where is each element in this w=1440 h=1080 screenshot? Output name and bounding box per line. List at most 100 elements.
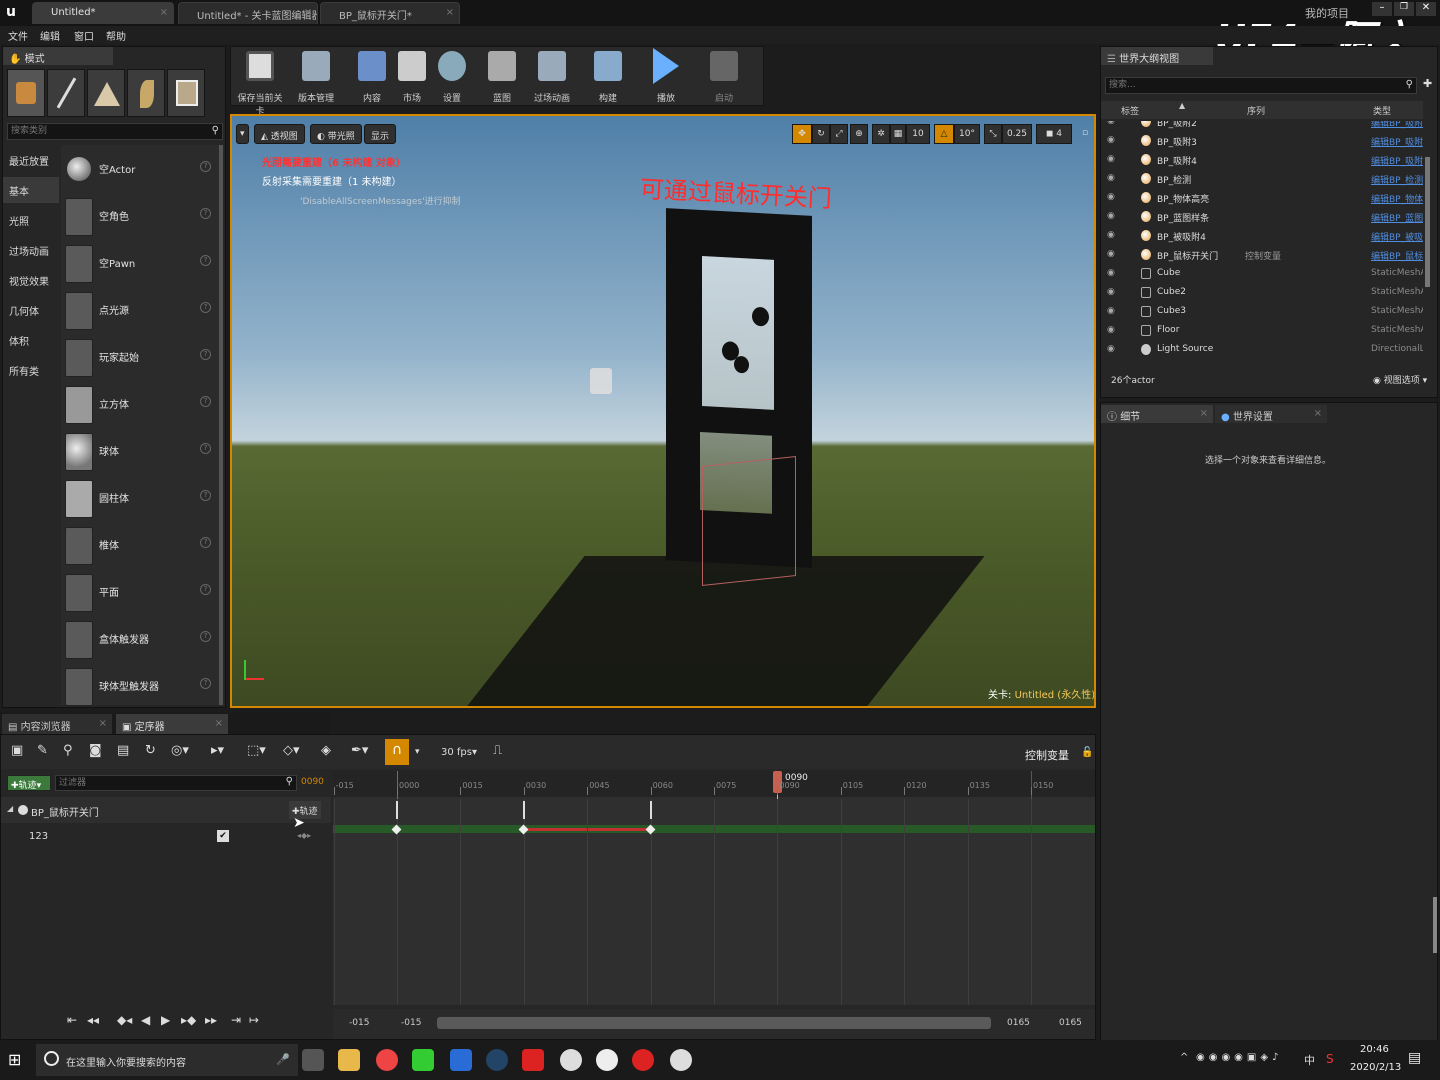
place-item-point-light[interactable]: 点光源? <box>63 288 217 332</box>
tray-icons[interactable]: ◉◉◉◉▣◈♪ <box>1196 1052 1282 1063</box>
outliner-row[interactable]: ◉ BP_吸附4 编辑BP_吸附 <box>1101 151 1423 170</box>
scale-snap-toggle[interactable]: ⤡ <box>984 124 1002 144</box>
lock-icon[interactable]: 🔓 <box>1081 747 1093 758</box>
search-icon[interactable]: ⚲ <box>63 743 73 758</box>
outliner-row[interactable]: ◉ BP_检测 编辑BP_检测 <box>1101 170 1423 189</box>
save-icon[interactable]: ▣ <box>11 743 23 758</box>
edit-icon[interactable]: ✒▾ <box>351 743 368 758</box>
help-icon[interactable]: ? <box>200 161 211 172</box>
category-lights[interactable]: 光照 <box>9 213 29 228</box>
visibility-eye-icon[interactable]: ◉ <box>1107 344 1115 354</box>
category-visual-effects[interactable]: 视觉效果 <box>9 273 49 288</box>
camera-lock-icon[interactable]: ◎▾ <box>171 743 189 758</box>
outliner-scrollbar[interactable] <box>1425 157 1430 287</box>
place-item-sphere-trigger[interactable]: 球体型触发器? <box>63 664 217 708</box>
visibility-eye-icon[interactable]: ◉ <box>1107 192 1115 202</box>
filter-input[interactable] <box>56 776 276 789</box>
menu-window[interactable]: 窗口 <box>74 28 94 43</box>
section-marker[interactable] <box>649 801 652 819</box>
view-range-start[interactable]: -015 <box>349 1018 369 1028</box>
tab-content-browser[interactable]: ▤ 内容浏览器 × <box>2 714 112 734</box>
menu-edit[interactable]: 编辑 <box>40 28 60 43</box>
help-icon[interactable]: ? <box>200 349 211 360</box>
prev-frame-icon[interactable]: ◂◂ <box>87 1013 99 1027</box>
playback-options-icon[interactable]: ▸▾ <box>211 743 224 758</box>
show-button[interactable]: 显示 <box>364 124 397 144</box>
unreal-editor-icon[interactable] <box>670 1049 692 1071</box>
save-button[interactable]: 保存当前关卡 <box>235 51 285 117</box>
edit-blueprint-link[interactable]: 编辑BP_鼠标 <box>1371 249 1423 262</box>
vr-app-icon[interactable] <box>486 1049 508 1071</box>
tab-bp-door[interactable]: BP_鼠标开关门* × <box>320 2 460 24</box>
task-view-icon[interactable] <box>302 1049 324 1071</box>
close-icon[interactable]: × <box>1200 408 1208 419</box>
modes-tab[interactable]: ✋ 模式 <box>3 47 113 65</box>
category-basic[interactable]: 基本 <box>3 177 59 203</box>
fps-dropdown[interactable]: 30 fps▾ <box>441 747 477 758</box>
help-icon[interactable]: ? <box>200 490 211 501</box>
help-icon[interactable]: ? <box>200 396 211 407</box>
visibility-eye-icon[interactable]: ◉ <box>1107 121 1115 126</box>
details-scrollbar[interactable] <box>1433 897 1437 953</box>
refresh-icon[interactable]: ↻ <box>145 743 156 758</box>
place-item-cylinder[interactable]: 圆柱体? <box>63 476 217 520</box>
build-button[interactable]: 构建 <box>583 51 633 104</box>
edit-blueprint-link[interactable]: 编辑BP_检测 <box>1371 173 1423 186</box>
notification-icon[interactable]: ▤ <box>1408 1050 1421 1066</box>
visibility-eye-icon[interactable]: ◉ <box>1107 249 1115 259</box>
outliner-row[interactable]: ◉ BP_吸附3 编辑BP_吸附 <box>1101 132 1423 151</box>
jump-end-icon[interactable]: ⇥ <box>231 1013 241 1027</box>
place-item-cube[interactable]: 立方体? <box>63 382 217 426</box>
level-viewport[interactable]: ▾ ◭ 透视图 ◐ 带光照 显示 光照需要重建（6 未构建 对象） 反射采集需要… <box>230 114 1096 708</box>
filter-box[interactable]: ⚲ <box>55 775 297 791</box>
menu-file[interactable]: 文件 <box>8 28 28 43</box>
sogou-icon[interactable]: S <box>1326 1052 1334 1066</box>
close-icon[interactable]: × <box>160 7 168 18</box>
outliner-row[interactable]: ◉ Light Source DirectionalLi <box>1101 341 1423 360</box>
netease-music-icon[interactable] <box>632 1049 654 1071</box>
next-key-icon[interactable]: ▸◆ <box>181 1013 196 1027</box>
unreal-icon[interactable] <box>560 1049 582 1071</box>
world-settings-tab[interactable]: ● 世界设置 × <box>1215 405 1327 423</box>
visibility-eye-icon[interactable]: ◉ <box>1107 230 1115 240</box>
help-icon[interactable]: ? <box>200 678 211 689</box>
clock-time[interactable]: 20:46 <box>1360 1044 1389 1055</box>
search-input[interactable] <box>1106 78 1386 92</box>
render-movie-icon[interactable]: ▤ <box>117 743 129 758</box>
view-options-button[interactable]: ◉ 视图选项 ▾ <box>1373 373 1427 386</box>
start-button[interactable]: ⊞ <box>8 1050 26 1069</box>
category-all-classes[interactable]: 所有类 <box>9 363 39 378</box>
place-list-scrollbar[interactable] <box>219 145 223 705</box>
category-geometry[interactable]: 几何体 <box>9 303 39 318</box>
expand-arrow-icon[interactable]: ◢ <box>7 804 13 813</box>
help-icon[interactable]: ? <box>200 443 211 454</box>
jump-start-icon[interactable]: ⇤ <box>67 1013 77 1027</box>
curve-editor-icon[interactable]: ⎍ <box>493 743 502 758</box>
snap-dropdown-icon[interactable]: ▾ <box>415 747 420 757</box>
translate-tool[interactable]: ✥ <box>792 124 812 144</box>
geometry-mode-button[interactable] <box>167 69 205 117</box>
outliner-row[interactable]: ◉ BP_物体高亮 编辑BP_物体 <box>1101 189 1423 208</box>
place-item-plane[interactable]: 平面? <box>63 570 217 614</box>
close-icon[interactable]: × <box>304 7 312 18</box>
outliner-search[interactable]: ⚲ <box>1105 77 1417 94</box>
world-local-toggle[interactable]: ⊕ <box>850 124 868 144</box>
help-icon[interactable]: ? <box>200 537 211 548</box>
rotation-snap-value[interactable]: 10° <box>954 124 980 144</box>
current-frame-field[interactable]: 0090 <box>301 777 324 787</box>
place-item-empty-pawn[interactable]: 空Pawn? <box>63 241 217 285</box>
category-search[interactable]: ⚲ <box>7 123 223 140</box>
perspective-button[interactable]: ◭ 透视图 <box>254 124 305 144</box>
category-volumes[interactable]: 体积 <box>9 333 29 348</box>
edit-blueprint-link[interactable]: 编辑BP_吸附 <box>1371 135 1423 148</box>
viewport-options-button[interactable]: ▾ <box>236 124 249 144</box>
next-frame-icon[interactable]: ▸▸ <box>205 1013 217 1027</box>
help-icon[interactable]: ? <box>200 255 211 266</box>
edit-blueprint-link[interactable]: 编辑BP_蓝图 <box>1371 211 1423 224</box>
help-icon[interactable]: ? <box>200 631 211 642</box>
place-item-empty-character[interactable]: 空角色? <box>63 194 217 238</box>
close-button[interactable]: ✕ <box>1416 2 1436 16</box>
close-icon[interactable]: × <box>446 7 454 18</box>
maximize-viewport-button[interactable]: ▫ <box>1078 124 1092 144</box>
grid-snap-toggle[interactable]: ▦ <box>890 124 906 144</box>
